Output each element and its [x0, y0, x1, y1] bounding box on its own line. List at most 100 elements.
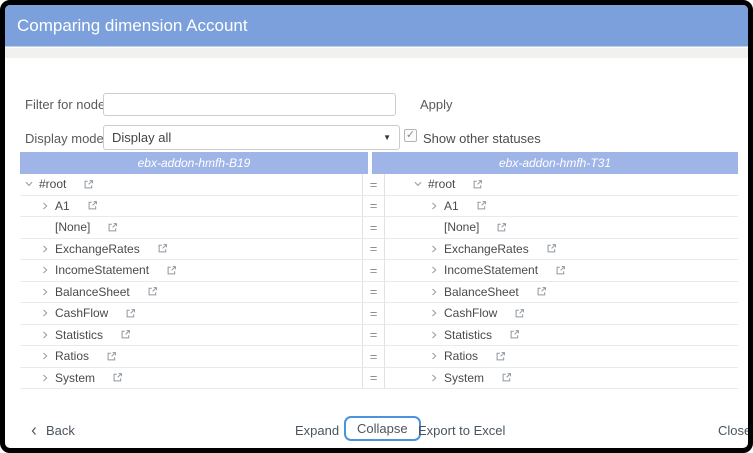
tree-node[interactable]: Ratios: [385, 346, 738, 368]
collapse-button[interactable]: Collapse: [344, 416, 421, 441]
open-node-icon[interactable]: [495, 351, 506, 362]
equality-indicator: =: [363, 260, 385, 282]
open-node-icon[interactable]: [472, 179, 483, 190]
open-node-icon[interactable]: [106, 351, 117, 362]
tree-node-label: A1: [55, 199, 70, 213]
right-dataset-header: ebx-addon-hmfh-T31: [372, 152, 738, 174]
equality-indicator: =: [363, 282, 385, 304]
chevron-right-icon[interactable]: [40, 351, 50, 361]
tree-node[interactable]: Statistics: [385, 325, 738, 347]
equality-indicator: =: [363, 303, 385, 325]
apply-button[interactable]: Apply: [420, 97, 453, 112]
tree-node[interactable]: A1: [385, 196, 738, 218]
close-button[interactable]: Close: [718, 423, 751, 438]
display-mode-label: Display mode: [25, 131, 104, 146]
tree-node-label: Ratios: [55, 349, 89, 363]
tree-node-label: #root: [39, 177, 66, 191]
chevron-right-icon[interactable]: [40, 287, 50, 297]
open-node-icon[interactable]: [87, 200, 98, 211]
open-node-icon[interactable]: [125, 308, 136, 319]
tree-node-label: Statistics: [55, 328, 103, 342]
open-node-icon[interactable]: [120, 329, 131, 340]
show-other-statuses-checkbox[interactable]: [404, 129, 417, 142]
filter-label: Filter for node: [25, 97, 105, 112]
chevron-right-icon[interactable]: [40, 201, 50, 211]
chevron-right-icon[interactable]: [40, 244, 50, 254]
equality-indicator: =: [363, 239, 385, 261]
tree-node[interactable]: A1: [20, 196, 363, 218]
expand-button[interactable]: Expand: [295, 423, 339, 438]
chevron-right-icon[interactable]: [429, 308, 439, 318]
open-node-icon[interactable]: [107, 222, 118, 233]
subheader-strip: [5, 48, 748, 58]
comparison-dialog: Comparing dimension Account Filter for n…: [0, 0, 753, 453]
open-node-icon[interactable]: [112, 372, 123, 383]
chevron-left-icon: [30, 426, 38, 436]
dialog-header: Comparing dimension Account: [5, 5, 748, 47]
tree-node[interactable]: Statistics: [20, 325, 363, 347]
open-node-icon[interactable]: [83, 179, 94, 190]
open-node-icon[interactable]: [514, 308, 525, 319]
back-label: Back: [46, 423, 75, 438]
display-mode-select[interactable]: Display all ▼: [103, 125, 400, 150]
tree-node[interactable]: System: [20, 368, 363, 390]
tree-node-label: A1: [444, 199, 459, 213]
open-node-icon[interactable]: [501, 372, 512, 383]
chevron-right-icon[interactable]: [429, 373, 439, 383]
open-node-icon[interactable]: [476, 200, 487, 211]
chevron-right-icon[interactable]: [40, 308, 50, 318]
tree-node[interactable]: IncomeStatement: [20, 260, 363, 282]
chevron-right-icon[interactable]: [429, 265, 439, 275]
chevron-right-icon[interactable]: [40, 330, 50, 340]
back-button[interactable]: Back: [30, 423, 75, 438]
equality-indicator: =: [363, 196, 385, 218]
chevron-down-icon[interactable]: [24, 179, 34, 189]
tree-node-label: CashFlow: [444, 306, 497, 320]
equality-indicator: =: [363, 174, 385, 196]
chevron-down-icon[interactable]: [413, 179, 423, 189]
tree-node[interactable]: [None]: [20, 217, 363, 239]
tree-node[interactable]: [None]: [385, 217, 738, 239]
tree-node[interactable]: ExchangeRates: [20, 239, 363, 261]
open-node-icon[interactable]: [555, 265, 566, 276]
tree-node[interactable]: ExchangeRates: [385, 239, 738, 261]
open-node-icon[interactable]: [496, 222, 507, 233]
tree-node[interactable]: #root: [385, 174, 738, 196]
tree-node-label: #root: [428, 177, 455, 191]
tree-node-label: System: [55, 371, 95, 385]
chevron-right-icon[interactable]: [40, 265, 50, 275]
chevron-right-icon[interactable]: [429, 351, 439, 361]
tree-node[interactable]: System: [385, 368, 738, 390]
open-node-icon[interactable]: [147, 286, 158, 297]
open-node-icon[interactable]: [157, 243, 168, 254]
tree-node[interactable]: IncomeStatement: [385, 260, 738, 282]
open-node-icon[interactable]: [166, 265, 177, 276]
display-mode-selected-value: Display all: [112, 130, 383, 145]
comparison-tree-grid: #root=#rootA1=A1[None]=[None]ExchangeRat…: [20, 174, 738, 389]
chevron-right-icon[interactable]: [40, 373, 50, 383]
tree-node[interactable]: Ratios: [20, 346, 363, 368]
tree-node[interactable]: CashFlow: [385, 303, 738, 325]
open-node-icon[interactable]: [509, 329, 520, 340]
tree-node[interactable]: #root: [20, 174, 363, 196]
tree-node-label: [None]: [444, 220, 479, 234]
filter-input[interactable]: [103, 93, 396, 116]
tree-node[interactable]: BalanceSheet: [385, 282, 738, 304]
chevron-right-icon[interactable]: [429, 330, 439, 340]
left-dataset-header: ebx-addon-hmfh-B19: [20, 152, 368, 174]
tree-node-label: IncomeStatement: [55, 263, 149, 277]
chevron-right-icon[interactable]: [429, 244, 439, 254]
open-node-icon[interactable]: [536, 286, 547, 297]
tree-node-label: System: [444, 371, 484, 385]
tree-node-label: BalanceSheet: [55, 285, 130, 299]
tree-node[interactable]: BalanceSheet: [20, 282, 363, 304]
export-to-excel-button[interactable]: Export to Excel: [418, 423, 505, 438]
open-node-icon[interactable]: [546, 243, 557, 254]
chevron-right-icon[interactable]: [429, 201, 439, 211]
tree-node-label: Ratios: [444, 349, 478, 363]
chevron-right-icon[interactable]: [429, 287, 439, 297]
dialog-title: Comparing dimension Account: [17, 16, 248, 35]
tree-node[interactable]: CashFlow: [20, 303, 363, 325]
equality-indicator: =: [363, 217, 385, 239]
equality-indicator: =: [363, 368, 385, 390]
